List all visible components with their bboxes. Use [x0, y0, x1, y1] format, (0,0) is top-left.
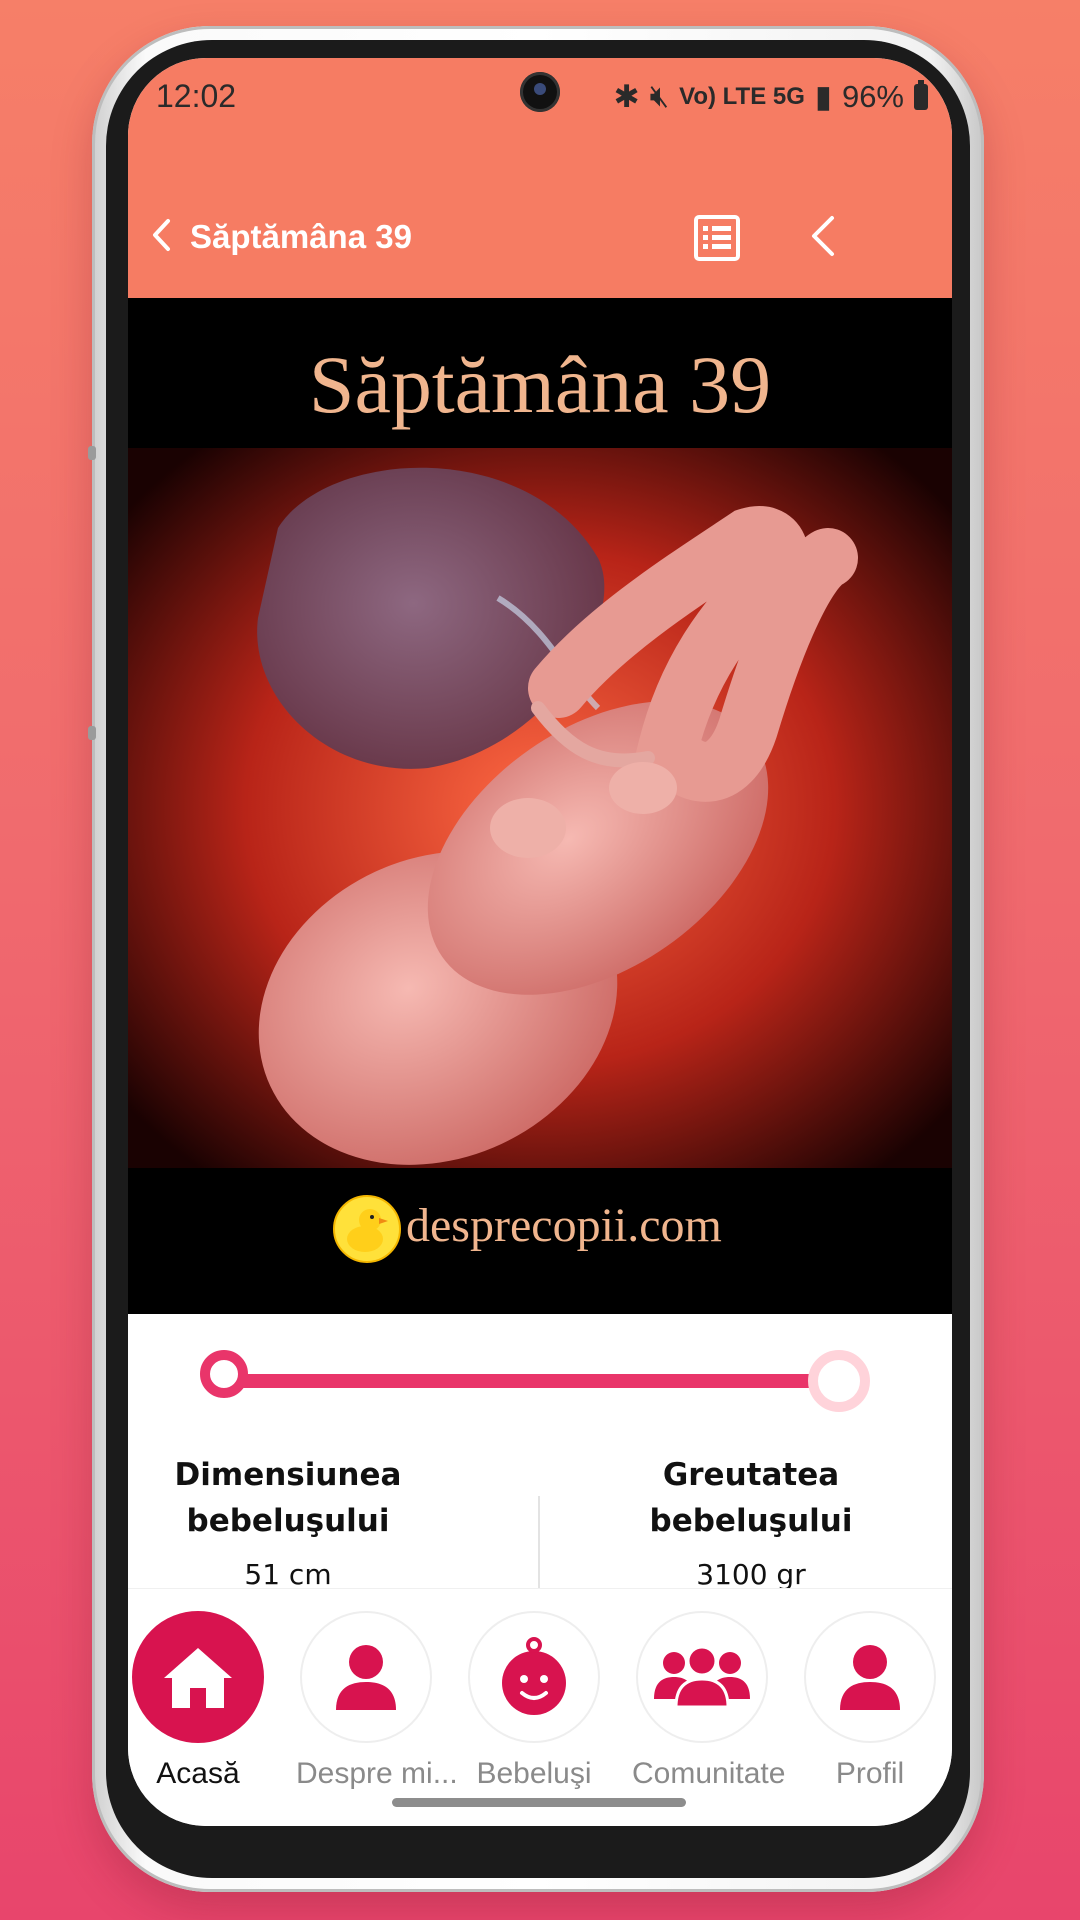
network-icon: Vo) LTE 5G: [679, 82, 805, 110]
brand-text: desprecopii.com: [406, 1199, 722, 1252]
nav-label: Bebeluşi: [476, 1757, 592, 1790]
brand-logo: [333, 1195, 401, 1263]
nav-item-despre-mine[interactable]: Despre mi...: [296, 1611, 458, 1791]
app-bar: Săptămâna 39: [128, 134, 952, 298]
weight-label-line1: Greutatea: [662, 1457, 840, 1493]
bluetooth-icon: ✱: [613, 78, 640, 114]
nav-item-acasa[interactable]: Acasă: [128, 1611, 268, 1791]
baby-face-icon: [502, 1637, 566, 1715]
nav-label: Acasă: [156, 1757, 240, 1790]
profile-icon: [840, 1645, 900, 1710]
size-label-line2: bebeluşului: [186, 1503, 390, 1539]
fetus-illustration: [128, 448, 952, 1168]
home-icon: [164, 1648, 232, 1708]
previous-icon[interactable]: [808, 214, 836, 258]
side-button: [88, 726, 96, 740]
nav-label: Profil: [835, 1757, 905, 1790]
week-hero-image: Săptămâna 39 desprecopii.com: [128, 298, 952, 1314]
size-label-line1: Dimensiunea: [174, 1457, 402, 1493]
nav-item-profil[interactable]: Profil: [800, 1611, 940, 1791]
status-time: 12:02: [156, 78, 237, 114]
status-icons: ✱ 🔇︎ Vo) LTE 5G ▮ 96%: [614, 78, 928, 115]
nav-circle: [132, 1611, 264, 1743]
bottom-navigation: Acasă Despre mi... Bebeluşi Comunitate P…: [128, 1588, 952, 1826]
pregnancy-progress-bar: [200, 1348, 880, 1412]
back-icon[interactable]: [150, 218, 172, 252]
stats-divider: [538, 1496, 540, 1600]
status-bar: 12:02 ✱ 🔇︎ Vo) LTE 5G ▮ 96%: [128, 58, 952, 134]
weight-value: 3100 gr: [696, 1558, 806, 1591]
hero-title: Săptămâna 39: [308, 339, 772, 430]
nav-circle: [804, 1611, 936, 1743]
nav-label: Despre mi...: [296, 1757, 458, 1790]
group-icon: [654, 1645, 750, 1709]
progress-fill: [230, 1374, 825, 1388]
nav-circle: [468, 1611, 600, 1743]
baby-size-stat: Dimensiunea bebeluşului 51 cm: [138, 1452, 438, 1591]
mute-icon: 🔇︎: [649, 78, 670, 113]
front-camera: [520, 72, 560, 112]
progress-start-marker: [200, 1350, 248, 1398]
nav-label: Comunitate: [632, 1757, 786, 1790]
list-icon[interactable]: [693, 214, 741, 262]
nav-item-comunitate[interactable]: Comunitate: [632, 1611, 786, 1791]
nav-item-bebelusi[interactable]: Bebeluşi: [464, 1611, 604, 1791]
app-screen: 12:02 ✱ 🔇︎ Vo) LTE 5G ▮ 96% Săptămâna 39…: [128, 58, 952, 1826]
signal-icon: ▮: [814, 78, 832, 114]
progress-end-marker: [808, 1350, 870, 1412]
nav-circle: [300, 1611, 432, 1743]
volume-button: [88, 446, 96, 460]
battery-percent: 96%: [841, 78, 904, 114]
size-value: 51 cm: [244, 1558, 332, 1591]
home-indicator[interactable]: [392, 1798, 686, 1807]
nav-circle: [636, 1611, 768, 1743]
person-icon: [336, 1645, 396, 1710]
weight-label-line2: bebeluşului: [649, 1503, 853, 1539]
page-title: Săptămâna 39: [190, 218, 412, 255]
baby-weight-stat: Greutatea bebeluşului 3100 gr: [601, 1452, 901, 1591]
battery-icon: [914, 79, 928, 110]
